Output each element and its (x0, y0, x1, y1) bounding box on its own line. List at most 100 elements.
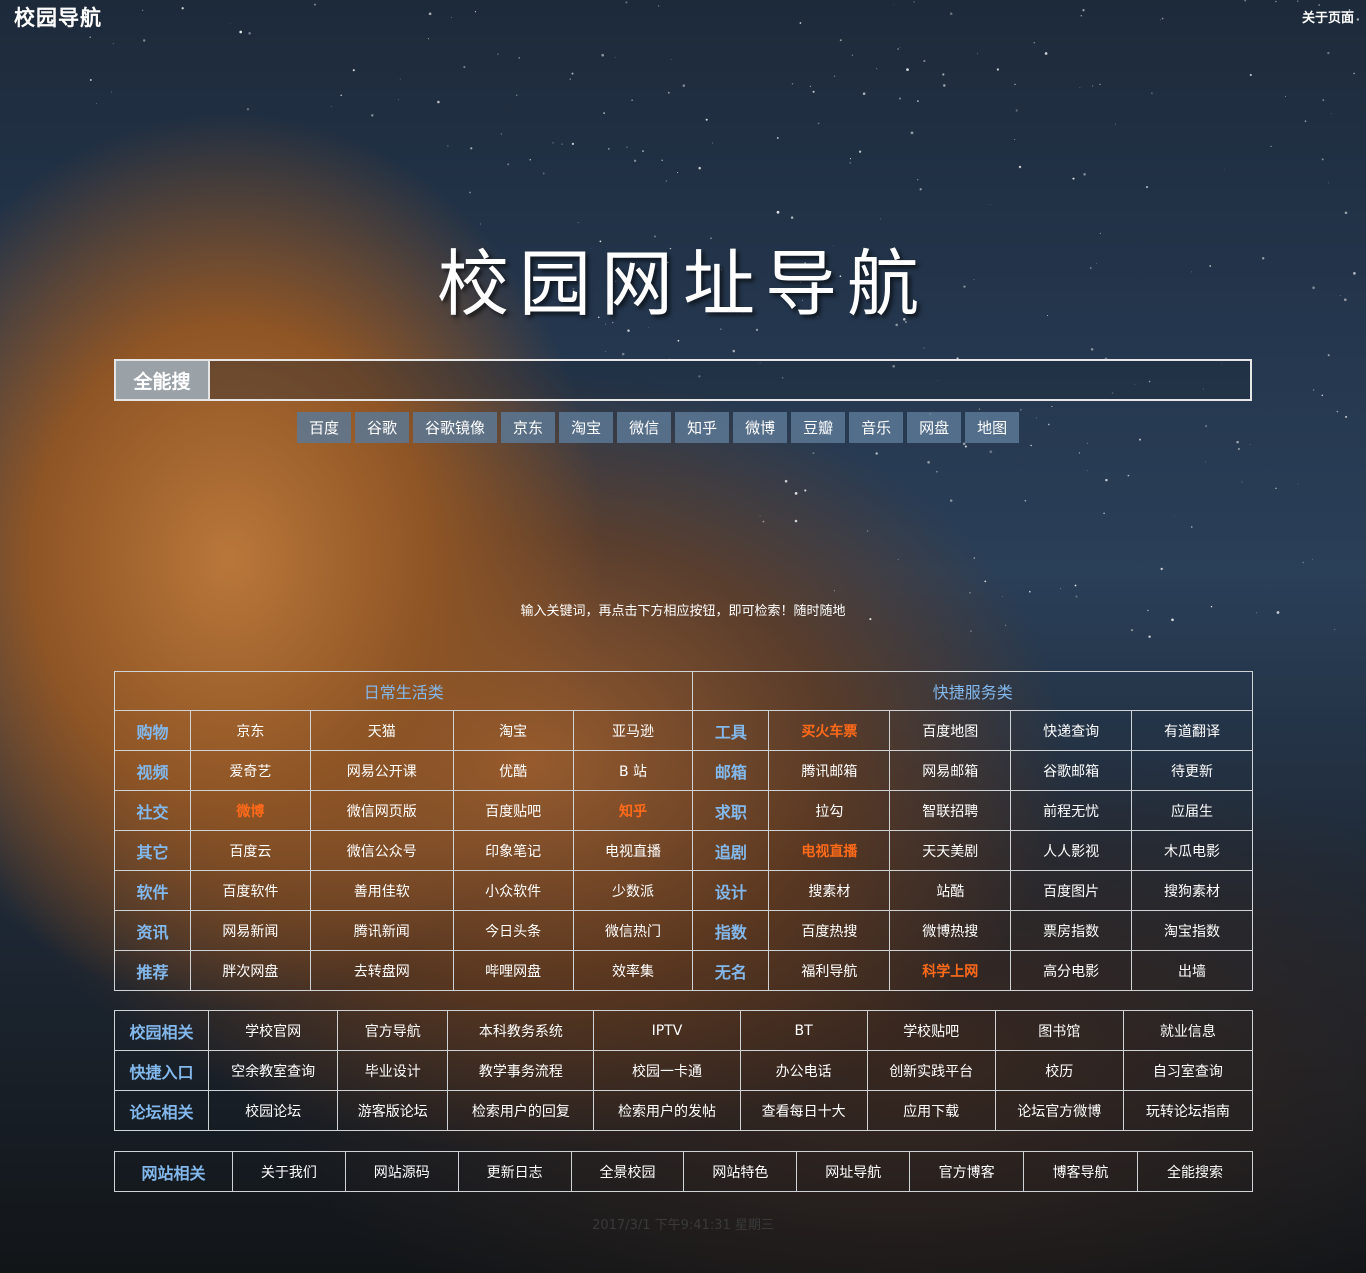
nav-link[interactable]: 谷歌邮箱 (1010, 750, 1133, 791)
nav-link[interactable]: 前程无忧 (1010, 790, 1133, 831)
nav-link[interactable]: 办公电话 (739, 1050, 868, 1091)
nav-link[interactable]: 游客版论坛 (337, 1090, 449, 1131)
nav-link[interactable]: 优酷 (452, 750, 574, 791)
nav-link[interactable]: 微博 (189, 790, 311, 831)
nav-link[interactable]: 百度云 (189, 830, 311, 871)
nav-link[interactable]: 木瓜电影 (1131, 830, 1253, 871)
nav-link[interactable]: 网站特色 (683, 1151, 798, 1192)
nav-link[interactable]: 微博热搜 (889, 910, 1012, 951)
search-input[interactable] (210, 361, 1250, 399)
engine-button[interactable]: 微博 (733, 412, 788, 443)
nav-link[interactable]: IPTV (593, 1010, 741, 1051)
engine-button[interactable]: 地图 (965, 412, 1020, 443)
nav-link[interactable]: 买火车票 (768, 710, 891, 751)
nav-link[interactable]: 微信网页版 (309, 790, 454, 831)
nav-link[interactable]: 教学事务流程 (447, 1050, 595, 1091)
nav-link[interactable]: 本科教务系统 (447, 1010, 595, 1051)
nav-link[interactable]: 站酷 (889, 870, 1012, 911)
nav-link[interactable]: 哔哩网盘 (452, 950, 574, 991)
nav-link[interactable]: 网站源码 (344, 1151, 459, 1192)
nav-link[interactable]: 去转盘网 (309, 950, 454, 991)
nav-link[interactable]: 学校官网 (208, 1010, 339, 1051)
nav-link[interactable]: 校园论坛 (208, 1090, 339, 1131)
nav-link[interactable]: 小众软件 (452, 870, 574, 911)
engine-button[interactable]: 豆瓣 (791, 412, 846, 443)
site-logo[interactable]: 校园导航 (14, 2, 102, 32)
nav-link[interactable]: 应用下载 (866, 1090, 996, 1131)
nav-link[interactable]: 今日头条 (452, 910, 574, 951)
nav-link[interactable]: 福利导航 (768, 950, 891, 991)
nav-link[interactable]: 官方博客 (909, 1151, 1025, 1192)
nav-link[interactable]: 网易邮箱 (889, 750, 1012, 791)
nav-link[interactable]: 善用佳软 (309, 870, 454, 911)
nav-link[interactable]: 全能搜索 (1137, 1151, 1253, 1192)
nav-link[interactable]: 网易新闻 (189, 910, 311, 951)
nav-link[interactable]: 微信热门 (572, 910, 694, 951)
nav-link[interactable]: 百度地图 (889, 710, 1012, 751)
nav-link[interactable]: 创新实践平台 (866, 1050, 996, 1091)
nav-link[interactable]: 官方导航 (337, 1010, 449, 1051)
nav-link[interactable]: 腾讯邮箱 (768, 750, 891, 791)
engine-button[interactable]: 淘宝 (559, 412, 614, 443)
nav-link[interactable]: 电视直播 (572, 830, 694, 871)
nav-link[interactable]: 玩转论坛指南 (1122, 1090, 1254, 1131)
nav-link[interactable]: 百度图片 (1010, 870, 1133, 911)
nav-link[interactable]: 快递查询 (1010, 710, 1133, 751)
nav-link[interactable]: 电视直播 (768, 830, 891, 871)
nav-link[interactable]: 天猫 (309, 710, 454, 751)
nav-link[interactable]: 智联招聘 (889, 790, 1012, 831)
engine-button[interactable]: 知乎 (675, 412, 730, 443)
nav-link[interactable]: 淘宝 (452, 710, 574, 751)
nav-link[interactable]: 检索用户的回复 (447, 1090, 595, 1131)
nav-link[interactable]: 图书馆 (994, 1010, 1124, 1051)
nav-link[interactable]: 博客导航 (1023, 1151, 1139, 1192)
nav-link[interactable]: 学校贴吧 (866, 1010, 996, 1051)
nav-link[interactable]: 关于我们 (231, 1151, 346, 1192)
nav-link[interactable]: 查看每日十大 (739, 1090, 868, 1131)
nav-link[interactable]: 应届生 (1131, 790, 1253, 831)
nav-link[interactable]: 微信公众号 (309, 830, 454, 871)
engine-button[interactable]: 谷歌镜像 (413, 412, 498, 443)
nav-link[interactable]: 全景校园 (570, 1151, 685, 1192)
nav-link[interactable]: 检索用户的发帖 (593, 1090, 741, 1131)
nav-link[interactable]: 更新日志 (457, 1151, 572, 1192)
nav-link[interactable]: 毕业设计 (337, 1050, 449, 1091)
nav-link[interactable]: 高分电影 (1010, 950, 1133, 991)
nav-link[interactable]: 网址导航 (796, 1151, 911, 1192)
engine-button[interactable]: 网盘 (907, 412, 962, 443)
nav-link[interactable]: B 站 (572, 750, 694, 791)
nav-link[interactable]: 少数派 (572, 870, 694, 911)
nav-link[interactable]: 出墙 (1131, 950, 1253, 991)
engine-button[interactable]: 谷歌 (355, 412, 410, 443)
nav-link[interactable]: 搜素材 (768, 870, 891, 911)
nav-link[interactable]: 人人影视 (1010, 830, 1133, 871)
nav-link[interactable]: 百度热搜 (768, 910, 891, 951)
nav-link[interactable]: 京东 (189, 710, 311, 751)
nav-link[interactable]: 天天美剧 (889, 830, 1012, 871)
nav-link[interactable]: 拉勾 (768, 790, 891, 831)
nav-link[interactable]: 票房指数 (1010, 910, 1133, 951)
nav-link[interactable]: 知乎 (572, 790, 694, 831)
nav-link[interactable]: 印象笔记 (452, 830, 574, 871)
nav-link[interactable]: 爱奇艺 (189, 750, 311, 791)
engine-button[interactable]: 京东 (501, 412, 556, 443)
nav-link[interactable]: 有道翻译 (1131, 710, 1253, 751)
engine-button[interactable]: 音乐 (849, 412, 904, 443)
nav-link[interactable]: 搜狗素材 (1131, 870, 1253, 911)
nav-link[interactable]: 网易公开课 (309, 750, 454, 791)
nav-link[interactable]: 胖次网盘 (189, 950, 311, 991)
engine-button[interactable]: 微信 (617, 412, 672, 443)
nav-link[interactable]: 就业信息 (1122, 1010, 1254, 1051)
nav-link[interactable]: 待更新 (1131, 750, 1253, 791)
about-link[interactable]: 关于页面 (1302, 7, 1354, 26)
nav-link[interactable]: 效率集 (572, 950, 694, 991)
nav-link[interactable]: 百度贴吧 (452, 790, 574, 831)
nav-link[interactable]: 腾讯新闻 (309, 910, 454, 951)
nav-link[interactable]: 校园一卡通 (593, 1050, 741, 1091)
nav-link[interactable]: 论坛官方微博 (994, 1090, 1124, 1131)
nav-link[interactable]: 校历 (994, 1050, 1124, 1091)
nav-link[interactable]: BT (739, 1010, 868, 1051)
nav-link[interactable]: 亚马逊 (572, 710, 694, 751)
nav-link[interactable]: 淘宝指数 (1131, 910, 1253, 951)
nav-link[interactable]: 科学上网 (889, 950, 1012, 991)
